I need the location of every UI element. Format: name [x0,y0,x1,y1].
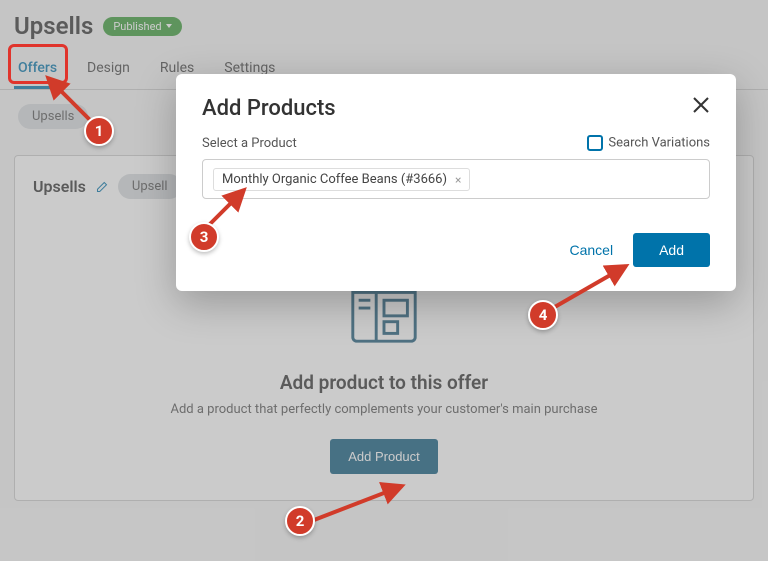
annotation-callout-2: 2 [285,506,315,536]
product-select-input[interactable]: Monthly Organic Coffee Beans (#3666) × [202,159,710,199]
modal-labels-row: Select a Product Search Variations [202,135,710,151]
remove-chip-icon[interactable]: × [455,173,461,187]
selected-product-chip: Monthly Organic Coffee Beans (#3666) × [213,168,470,191]
add-button[interactable]: Add [633,233,710,267]
annotation-callout-3: 3 [189,222,219,252]
modal-header: Add Products [202,96,710,121]
select-product-label: Select a Product [202,136,297,151]
cancel-button[interactable]: Cancel [569,242,613,258]
annotation-callout-1: 1 [84,116,114,146]
add-products-modal: Add Products Select a Product Search Var… [176,74,736,291]
modal-footer: Cancel Add [202,233,710,267]
checkbox-icon [587,135,603,151]
modal-title: Add Products [202,96,336,121]
selected-product-label: Monthly Organic Coffee Beans (#3666) [222,172,447,187]
close-icon[interactable] [692,96,710,114]
search-variations-toggle[interactable]: Search Variations [587,135,710,151]
annotation-callout-4: 4 [528,300,558,330]
